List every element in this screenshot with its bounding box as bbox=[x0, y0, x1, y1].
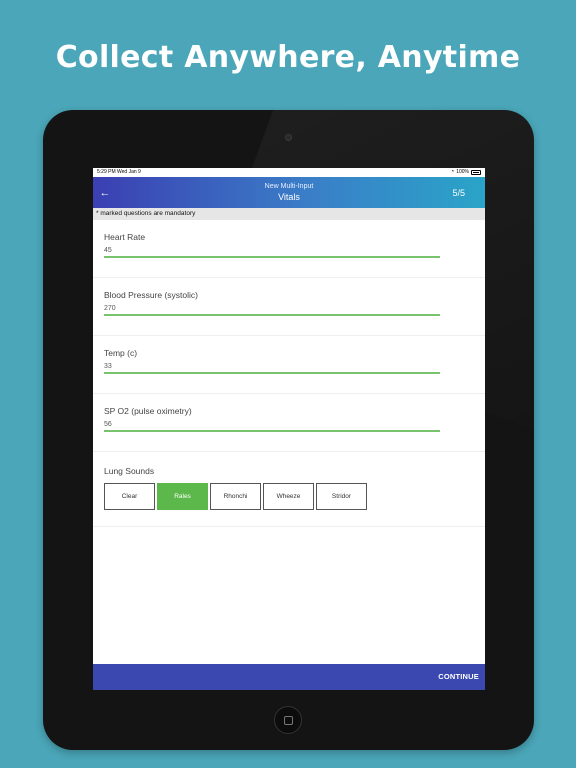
app-bar: ← New Multi-Input Vitals 5/5 bbox=[93, 177, 485, 208]
battery-icon bbox=[471, 170, 481, 175]
marketing-headline: Collect Anywhere, Anytime bbox=[55, 40, 521, 75]
page-indicator: 5/5 bbox=[452, 188, 465, 198]
field-blood-pressure: Blood Pressure (systolic) bbox=[93, 278, 485, 336]
option-rales-button[interactable]: Rales bbox=[157, 483, 208, 510]
blood-pressure-input[interactable] bbox=[104, 303, 440, 316]
field-label: Temp (c) bbox=[104, 348, 138, 358]
front-camera bbox=[285, 134, 292, 141]
option-wheeze-button[interactable]: Wheeze bbox=[263, 483, 314, 510]
lung-sounds-label: Lung Sounds bbox=[104, 466, 155, 476]
lung-sounds-group: Lung Sounds Clear Rales Rhonchi Wheeze S… bbox=[93, 452, 485, 527]
home-square-icon bbox=[284, 716, 293, 725]
temp-input[interactable] bbox=[104, 361, 440, 374]
mandatory-note: * marked questions are mandatory bbox=[93, 208, 485, 220]
status-time-date: 5:29 PM Wed Jan 9 bbox=[97, 169, 141, 175]
home-button[interactable] bbox=[274, 706, 302, 734]
wifi-icon: ◔ bbox=[450, 169, 455, 175]
field-label: Blood Pressure (systolic) bbox=[104, 290, 199, 300]
app-bar-subtitle: New Multi-Input bbox=[264, 183, 314, 190]
field-heart-rate: Heart Rate bbox=[93, 220, 485, 278]
option-stridor-button[interactable]: Stridor bbox=[316, 483, 367, 510]
continue-button[interactable]: CONTINUE bbox=[438, 672, 479, 681]
spo2-input[interactable] bbox=[104, 419, 440, 432]
battery-percent: 100% bbox=[456, 169, 469, 175]
field-label: SP O2 (pulse oximetry) bbox=[104, 406, 192, 416]
field-temp: Temp (c) bbox=[93, 336, 485, 394]
lung-sounds-options: Clear Rales Rhonchi Wheeze Stridor bbox=[104, 483, 367, 510]
field-label: Heart Rate bbox=[104, 232, 146, 242]
status-bar: 5:29 PM Wed Jan 9 ◔ 100% bbox=[93, 168, 485, 177]
app-screen: 5:29 PM Wed Jan 9 ◔ 100% ← New Multi-Inp… bbox=[93, 168, 485, 690]
option-clear-button[interactable]: Clear bbox=[104, 483, 155, 510]
tablet-frame: 5:29 PM Wed Jan 9 ◔ 100% ← New Multi-Inp… bbox=[43, 110, 534, 750]
app-bar-title: Vitals bbox=[278, 192, 300, 202]
field-spo2: SP O2 (pulse oximetry) bbox=[93, 394, 485, 452]
option-rhonchi-button[interactable]: Rhonchi bbox=[210, 483, 261, 510]
status-indicators: ◔ 100% bbox=[451, 168, 481, 177]
heart-rate-input[interactable] bbox=[104, 245, 440, 258]
continue-bar: CONTINUE bbox=[93, 664, 485, 690]
